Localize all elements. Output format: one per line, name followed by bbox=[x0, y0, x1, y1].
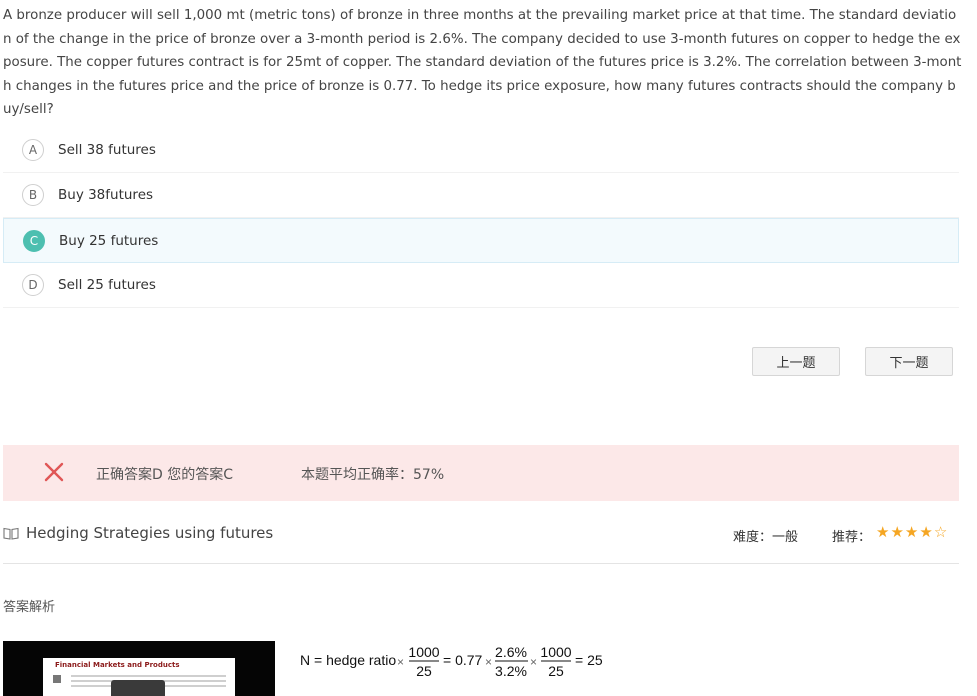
option-letter: C bbox=[23, 229, 45, 252]
answer-comparison: 正确答案D 您的答案C bbox=[96, 467, 234, 483]
video-overlay bbox=[111, 680, 165, 696]
formula-eq1: = 0.77 bbox=[443, 652, 483, 668]
topic-link[interactable]: Hedging Strategies using futures bbox=[26, 524, 273, 542]
times-sign: × bbox=[530, 655, 537, 669]
option-text: Buy 38futures bbox=[58, 187, 154, 203]
option-letter: B bbox=[22, 184, 44, 206]
formula-result: = 25 bbox=[575, 652, 603, 668]
rating-stars: ★★★★☆ bbox=[876, 523, 948, 541]
video-slide: Financial Markets and Products bbox=[43, 658, 235, 696]
star-full-icon: ★ bbox=[904, 523, 920, 541]
question-text: A bronze producer will sell 1,000 mt (me… bbox=[3, 8, 962, 117]
recommend-label: 推荐： bbox=[832, 530, 872, 545]
result-banner: 正确答案D 您的答案C 本题平均正确率：57% bbox=[3, 445, 959, 501]
video-player[interactable]: Financial Markets and Products bbox=[3, 641, 275, 696]
option-text: Sell 38 futures bbox=[58, 142, 156, 158]
close-icon bbox=[44, 462, 64, 482]
prev-question-button[interactable]: 上一题 bbox=[752, 347, 840, 376]
star-empty-icon: ☆ bbox=[933, 523, 949, 541]
option-text: Sell 25 futures bbox=[58, 277, 156, 293]
formula-lhs: N = hedge ratio bbox=[300, 652, 396, 668]
star-full-icon: ★ bbox=[876, 523, 891, 541]
book-icon bbox=[3, 527, 19, 540]
next-question-button[interactable]: 下一题 bbox=[865, 347, 953, 376]
star-full-icon: ★ bbox=[919, 523, 934, 541]
option-d[interactable]: D Sell 25 futures bbox=[3, 263, 959, 308]
frac2-num: 2.6% bbox=[495, 644, 527, 660]
topic-row: Hedging Strategies using futures 难度：一般 推… bbox=[3, 520, 959, 550]
option-text: Buy 25 futures bbox=[59, 232, 159, 249]
frac3-den: 25 bbox=[548, 663, 564, 679]
difficulty-label: 难度：一般 bbox=[733, 530, 799, 545]
options-list: A Sell 38 futures B Buy 38futures C Buy … bbox=[3, 128, 959, 308]
option-letter: D bbox=[22, 274, 44, 296]
times-sign: × bbox=[397, 655, 404, 669]
frac2-den: 3.2% bbox=[495, 663, 527, 679]
calculator-icon bbox=[53, 675, 61, 683]
option-a[interactable]: A Sell 38 futures bbox=[3, 128, 959, 173]
hedge-formula: N = hedge ratio × 1000 25 = 0.77 × 2.6% … bbox=[300, 644, 603, 679]
divider bbox=[3, 563, 959, 564]
option-letter: A bbox=[22, 139, 44, 161]
option-b[interactable]: B Buy 38futures bbox=[3, 173, 959, 218]
times-sign: × bbox=[485, 655, 492, 669]
star-full-icon: ★ bbox=[890, 523, 905, 541]
frac3-num: 1000 bbox=[540, 644, 571, 660]
slide-title: Financial Markets and Products bbox=[55, 661, 180, 669]
analysis-heading: 答案解析 bbox=[3, 600, 56, 615]
frac1-num: 1000 bbox=[408, 644, 439, 660]
frac1-den: 25 bbox=[416, 663, 432, 679]
average-accuracy: 本题平均正确率：57% bbox=[301, 467, 445, 483]
option-c[interactable]: C Buy 25 futures bbox=[3, 218, 959, 263]
